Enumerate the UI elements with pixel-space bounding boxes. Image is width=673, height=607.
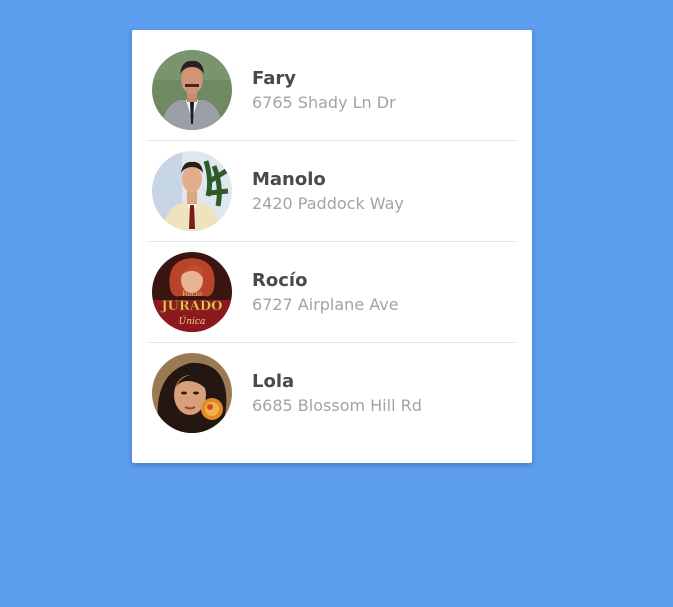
- avatar: Rocio JURADO Única: [152, 252, 232, 332]
- album-text-unica: Única: [179, 315, 206, 327]
- contact-card: Fary 6765 Shady Ln Dr Manolo 2420 Paddoc…: [132, 30, 532, 463]
- contact-name: Lola: [252, 370, 295, 392]
- contact-name: Fary: [252, 67, 296, 89]
- contact-info: Manolo 2420 Paddock Way: [252, 169, 404, 214]
- contact-info: Rocío 6727 Airplane Ave: [252, 270, 399, 315]
- contact-address: 6765 Shady Ln Dr: [252, 92, 396, 112]
- contact-info: Lola 6685 Blossom Hill Rd: [252, 371, 422, 416]
- contact-name: Rocío: [252, 269, 308, 291]
- list-item-manolo[interactable]: Manolo 2420 Paddock Way: [147, 141, 517, 242]
- contact-address: 6685 Blossom Hill Rd: [252, 395, 422, 415]
- portrait-woman-dark-hair-avatar: [152, 353, 232, 433]
- list-item-lola[interactable]: Lola 6685 Blossom Hill Rd: [147, 343, 517, 443]
- contact-address: 2420 Paddock Way: [252, 193, 404, 213]
- contact-list: Fary 6765 Shady Ln Dr Manolo 2420 Paddoc…: [147, 40, 517, 443]
- album-cover-rocio-jurado-avatar: Rocio JURADO Única: [152, 252, 232, 332]
- portrait-man-cream-suit-avatar: [152, 151, 232, 231]
- album-text-jurado: JURADO: [161, 299, 223, 314]
- contact-name: Manolo: [252, 168, 326, 190]
- contact-info: Fary 6765 Shady Ln Dr: [252, 68, 396, 113]
- avatar: [152, 50, 232, 130]
- list-item-fary[interactable]: Fary 6765 Shady Ln Dr: [147, 40, 517, 141]
- avatar: [152, 353, 232, 433]
- contact-address: 6727 Airplane Ave: [252, 294, 399, 314]
- portrait-man-grey-suit-avatar: [152, 50, 232, 130]
- avatar: [152, 151, 232, 231]
- album-text-rocio: Rocio: [182, 290, 202, 298]
- list-item-rocio[interactable]: Rocio JURADO Única Rocío 6727 Airplane A…: [147, 242, 517, 343]
